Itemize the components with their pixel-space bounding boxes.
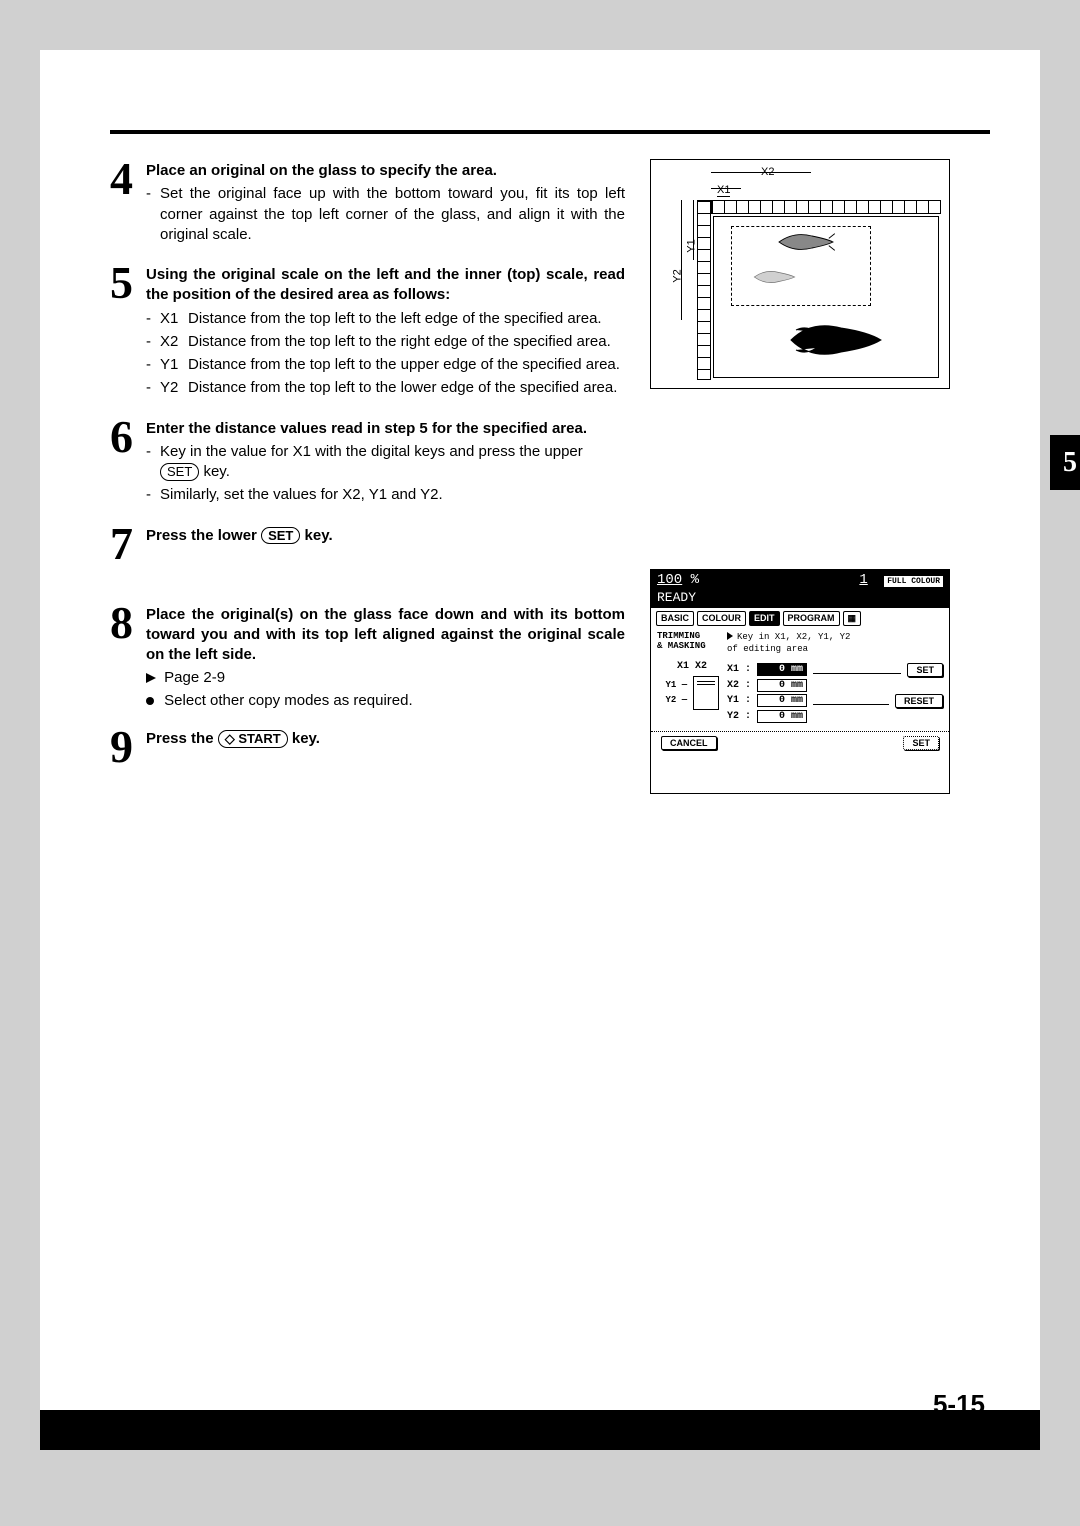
- set-upper-button[interactable]: SET: [907, 663, 943, 677]
- step-5: 5 Using the original scale on the left a…: [110, 263, 625, 399]
- tab-colour[interactable]: COLOUR: [697, 611, 746, 626]
- coord-code: Y2: [160, 378, 188, 398]
- tab-extra-icon[interactable]: ▦: [843, 611, 861, 626]
- chapter-tab: 5: [1050, 435, 1080, 490]
- step-number: 6: [110, 417, 146, 506]
- reset-button[interactable]: RESET: [895, 694, 943, 708]
- fish-icon: [781, 320, 891, 360]
- fish-icon: [747, 268, 802, 286]
- coord-text: Distance from the top left to the right …: [188, 332, 611, 352]
- left-column: 4 Place an original on the glass to spec…: [110, 159, 650, 794]
- step-9: 9 Press the ◇ START key.: [110, 727, 625, 766]
- lcd-tabs: BASIC COLOUR EDIT PROGRAM ▦: [651, 608, 949, 629]
- bullet-icon: [146, 697, 154, 705]
- bottom-bar: [40, 1410, 1040, 1450]
- step-7: 7 Press the lower SET key.: [110, 524, 625, 563]
- lcd-screen: 100 % 1 FULL COLOUR READY BASIC COLOUR E…: [650, 569, 950, 794]
- x1-label: X1: [717, 184, 730, 197]
- step-number: 7: [110, 524, 146, 563]
- manual-page: 4 Place an original on the glass to spec…: [40, 50, 1040, 1450]
- glass-diagram: X2 X1 Y1 Y2: [650, 159, 950, 389]
- set-key-icon: SET: [261, 527, 300, 545]
- start-key-icon: ◇ START: [218, 730, 288, 748]
- content-columns: 4 Place an original on the glass to spec…: [110, 159, 990, 794]
- fish-icon: [771, 230, 841, 254]
- step-number: 9: [110, 727, 146, 766]
- step-heading: Press the ◇ START key.: [146, 729, 625, 749]
- dash: -: [146, 378, 160, 398]
- dash: -: [146, 184, 160, 245]
- dash: -: [146, 442, 160, 483]
- set-key-icon: SET: [160, 463, 199, 481]
- tab-edit[interactable]: EDIT: [749, 611, 780, 626]
- lcd-prompt: Key in X1, X2, Y1, Y2 of editing area: [727, 631, 850, 655]
- coord-code: Y1: [160, 355, 188, 375]
- top-ruler: [711, 200, 941, 214]
- dash: -: [146, 309, 160, 329]
- tab-basic[interactable]: BASIC: [656, 611, 694, 626]
- step-heading: Press the lower SET key.: [146, 526, 625, 546]
- dash: -: [146, 355, 160, 375]
- step-heading: Place an original on the glass to specif…: [146, 161, 625, 181]
- step-number: 5: [110, 263, 146, 399]
- dash: -: [146, 332, 160, 352]
- step-heading: Place the original(s) on the glass face …: [146, 605, 625, 666]
- step-subitem: - Key in the value for X1 with the digit…: [146, 442, 625, 483]
- copy-count: 1: [859, 572, 867, 588]
- coord-row-x2: - X2 Distance from the top left to the r…: [146, 332, 625, 352]
- arrow-right-icon: [146, 673, 156, 683]
- coord-row-y2: - Y2 Distance from the top left to the l…: [146, 378, 625, 398]
- top-rule: [110, 130, 990, 134]
- y2-input[interactable]: 0 mm: [757, 710, 807, 723]
- coord-text: Distance from the top left to the lower …: [188, 378, 617, 398]
- coord-text: Distance from the top left to the left e…: [188, 309, 602, 329]
- coord-code: X1: [160, 309, 188, 329]
- subitem-text: Similarly, set the values for X2, Y1 and…: [160, 485, 443, 505]
- coord-text: Distance from the top left to the upper …: [188, 355, 620, 375]
- lcd-footer: CANCEL SET: [651, 731, 949, 756]
- lcd-status-bar: 100 % 1 FULL COLOUR: [651, 570, 949, 590]
- step-number: 8: [110, 603, 146, 710]
- subitem-text: Key in the value for X1 with the digital…: [160, 442, 625, 483]
- zoom-value: 100: [657, 572, 682, 588]
- step-subitem: - Similarly, set the values for X2, Y1 a…: [146, 485, 625, 505]
- left-ruler: [697, 200, 711, 380]
- lcd-body: TRIMMING & MASKING Key in X1, X2, Y1, Y2…: [651, 629, 949, 727]
- triangle-icon: [727, 632, 733, 640]
- page-reference: Page 2-9: [146, 669, 625, 686]
- colour-mode: FULL COLOUR: [884, 576, 943, 587]
- y1-label: Y1: [686, 239, 698, 252]
- right-column: X2 X1 Y1 Y2 100: [650, 159, 970, 794]
- step-heading: Enter the distance values read in step 5…: [146, 419, 625, 439]
- x-axis-header: X1 X2: [657, 661, 727, 672]
- step-number: 4: [110, 159, 146, 245]
- thumbnail-icon: [693, 676, 719, 710]
- bullet-item: Select other copy modes as required.: [146, 692, 625, 709]
- step-subitem: - Set the original face up with the bott…: [146, 184, 625, 245]
- step-4: 4 Place an original on the glass to spec…: [110, 159, 625, 245]
- coord-row-y1: - Y1 Distance from the top left to the u…: [146, 355, 625, 375]
- dash: -: [146, 485, 160, 505]
- subitem-text: Set the original face up with the bottom…: [160, 184, 625, 245]
- x2-input[interactable]: 0 mm: [757, 679, 807, 692]
- y2-label: Y2: [665, 695, 676, 705]
- step-heading: Using the original scale on the left and…: [146, 265, 625, 306]
- coord-code: X2: [160, 332, 188, 352]
- cancel-button[interactable]: CANCEL: [661, 736, 717, 750]
- y1-input[interactable]: 0 mm: [757, 694, 807, 707]
- set-lower-button[interactable]: SET: [903, 736, 939, 750]
- x1-input[interactable]: 0 mm: [757, 663, 807, 676]
- section-label: TRIMMING & MASKING: [657, 631, 727, 655]
- tab-program[interactable]: PROGRAM: [783, 611, 840, 626]
- lcd-ready: READY: [651, 590, 949, 608]
- coord-row-x1: - X1 Distance from the top left to the l…: [146, 309, 625, 329]
- step-8: 8 Place the original(s) on the glass fac…: [110, 603, 625, 710]
- step-6: 6 Enter the distance values read in step…: [110, 417, 625, 506]
- y1-label: Y1: [665, 680, 676, 690]
